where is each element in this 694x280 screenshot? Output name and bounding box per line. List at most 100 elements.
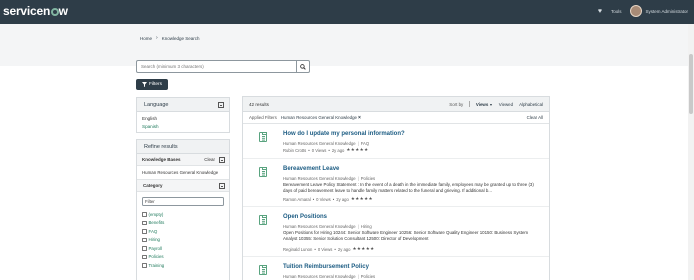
search-input[interactable] [136, 60, 297, 73]
top-nav-bar: serviceservicenownw ♥ Tools System Admin… [0, 0, 694, 24]
article-age: 2y ago [336, 196, 349, 202]
heart-icon[interactable]: ♥ [598, 8, 602, 15]
article-meta: Human Resources General Knowledge | Hiring [283, 224, 372, 229]
checkbox[interactable] [142, 237, 147, 242]
avatar[interactable] [630, 5, 643, 17]
article-title[interactable]: Tuition Reimbursement Policy [283, 264, 369, 270]
article-title[interactable]: Bereavement Leave [283, 166, 339, 172]
breadcrumb-current[interactable]: Knowledge Search [162, 36, 200, 41]
remove-filter-icon[interactable]: × [358, 115, 361, 121]
article-category[interactable]: Policies [361, 274, 375, 279]
sort-option-alphabetical[interactable]: Alphabetical [519, 102, 543, 107]
category-item-label: Policies [148, 254, 164, 260]
category-item-empty[interactable]: (empty) [137, 210, 229, 219]
filters-button[interactable]: Filters [136, 79, 168, 90]
language-options: English Spanish [137, 112, 229, 133]
article-category[interactable]: Hiring [361, 224, 372, 229]
category-item-faq[interactable]: FAQ [137, 227, 229, 236]
filters-button-label: Filters [148, 82, 163, 87]
category-item-policies[interactable]: Policies [137, 253, 229, 262]
language-option-spanish[interactable]: Spanish [142, 124, 224, 129]
language-option-english[interactable]: English [142, 116, 224, 121]
category-header: Category [137, 180, 229, 192]
scrollbar-thumb[interactable] [689, 54, 693, 114]
article-description: Open Positions for Hiring 10244: Senior … [283, 230, 529, 242]
results-header: 42 results Sort by Views▼ Viewed Alphabe… [243, 97, 549, 112]
logo-o-glyph [50, 8, 59, 16]
sort-option-viewed[interactable]: Viewed [499, 102, 513, 107]
sort-option-views[interactable]: Views▼ [476, 102, 493, 107]
article-item: Open Positions Human Resources General K… [243, 207, 549, 257]
user-name[interactable]: System Administrator [645, 9, 688, 14]
language-panel-title: Language [144, 101, 169, 108]
checkbox[interactable] [142, 254, 147, 259]
sort-by-label: Sort by [449, 101, 464, 107]
article-views: 0 Views [311, 147, 327, 153]
article-description: Bereavement Leave Policy Statement : In … [283, 182, 534, 194]
search-icon [300, 63, 306, 70]
article-info: Rubin Crotts • 0 Views • 2y ago ★★★★★ [283, 147, 369, 153]
checkbox[interactable] [142, 229, 147, 234]
divider [469, 101, 470, 107]
sort-controls: Sort by Views▼ Viewed Alphabetical [449, 101, 543, 107]
refine-results-panel: Refine results Knowledge Bases Clear Hum… [136, 139, 230, 280]
category-item-payroll[interactable]: Payroll [137, 244, 229, 253]
clear-knowledge-bases-link[interactable]: Clear [204, 157, 215, 162]
article-info: Ramon Amaral • 0 Views • 2y ago ★★★★★ [283, 196, 373, 202]
category-item-training[interactable]: Training [137, 261, 229, 270]
knowledge-bases-header: Knowledge Bases Clear [137, 154, 229, 166]
applied-filters-row: Applied Filters Human Resources General … [243, 112, 549, 124]
collapse-icon[interactable] [218, 101, 224, 108]
article-title[interactable]: How do I update my personal information? [283, 131, 405, 137]
header-band [0, 24, 694, 66]
category-item-label: Benefits [148, 220, 165, 226]
checkbox[interactable] [142, 263, 147, 268]
category-filter-input[interactable]: Filter [142, 197, 224, 206]
article-author: Reginald Lunon [283, 246, 313, 252]
article-category[interactable]: FAQ [361, 141, 369, 146]
language-panel: Language English Spanish [136, 97, 230, 133]
article-category[interactable]: Policies [361, 176, 375, 181]
category-item-benefits[interactable]: Benefits [137, 219, 229, 228]
checkbox[interactable] [142, 246, 147, 251]
article-meta: Human Resources General Knowledge | FAQ [283, 141, 370, 146]
article-kb[interactable]: Human Resources General Knowledge [283, 141, 356, 146]
chevron-right-icon: › [156, 35, 158, 41]
servicenow-logo[interactable]: serviceservicenownw [3, 4, 68, 18]
collapse-icon[interactable] [219, 182, 225, 189]
category-item-label: FAQ [148, 228, 158, 234]
page-scrollbar[interactable] [688, 24, 694, 280]
category-item-hiring[interactable]: Hiring [137, 236, 229, 245]
category-item-label: Hiring [148, 237, 160, 243]
article-item: Bereavement Leave Human Resources Genera… [243, 159, 549, 207]
category-label: Category [143, 183, 163, 188]
search-button[interactable] [297, 60, 310, 73]
breadcrumb: Home › Knowledge Search [140, 35, 199, 41]
article-age: 2y ago [331, 147, 345, 153]
article-kb[interactable]: Human Resources General Knowledge [283, 176, 356, 181]
results-panel: 42 results Sort by Views▼ Viewed Alphabe… [242, 96, 550, 280]
checkbox[interactable] [142, 212, 147, 217]
applied-filters-label: Applied Filters [249, 115, 277, 120]
document-icon [259, 264, 267, 275]
article-kb[interactable]: Human Resources General Knowledge [283, 274, 356, 279]
header-right: ♥ Tools System Administrator [598, 5, 688, 17]
document-icon [259, 166, 267, 177]
article-title[interactable]: Open Positions [283, 214, 327, 220]
article-kb[interactable]: Human Resources General Knowledge [283, 224, 356, 229]
language-panel-header: Language [137, 98, 229, 112]
rating-stars-icon: ★★★★★ [352, 246, 375, 251]
refine-results-header: Refine results [137, 140, 229, 154]
knowledge-base-item[interactable]: Human Resources General Knowledge [137, 166, 229, 180]
category-item-label: Training [148, 262, 165, 268]
search-bar [136, 60, 310, 73]
checkbox[interactable] [142, 220, 147, 225]
collapse-icon[interactable] [219, 156, 225, 163]
breadcrumb-home[interactable]: Home [140, 36, 152, 41]
article-views: 0 Views [317, 246, 333, 252]
refine-results-title: Refine results [144, 143, 178, 150]
tools-link[interactable]: Tools [611, 9, 622, 14]
applied-filter-pill: Human Resources General Knowledge [280, 115, 357, 120]
clear-all-link[interactable]: Clear All [527, 115, 543, 120]
article-age: 2y ago [337, 246, 351, 252]
